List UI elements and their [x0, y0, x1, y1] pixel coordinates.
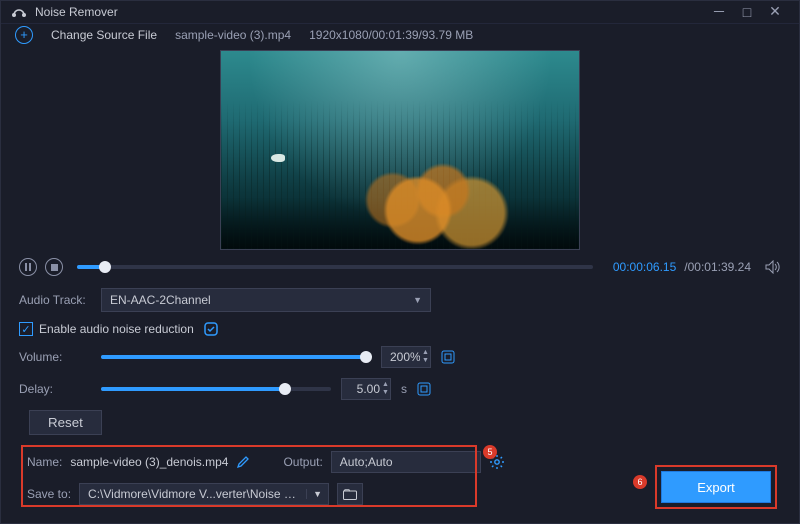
tutorial-badge-5: 5: [483, 445, 497, 459]
add-source-icon[interactable]: +: [15, 26, 33, 44]
audio-track-label: Audio Track:: [19, 293, 91, 307]
app-window: Noise Remover － □ ✕ + Change Source File…: [0, 0, 800, 524]
close-button[interactable]: ✕: [761, 3, 789, 20]
delay-handle[interactable]: [279, 383, 291, 395]
noise-reduction-label: Enable audio noise reduction: [39, 322, 194, 336]
audio-track-value: EN-AAC-2Channel: [110, 293, 211, 307]
delay-stepper[interactable]: ▲▼: [382, 381, 389, 397]
volume-handle[interactable]: [360, 351, 372, 363]
delay-input[interactable]: ▲▼: [341, 378, 391, 400]
volume-slider[interactable]: [101, 355, 371, 359]
output-format-value: Auto;Auto: [340, 455, 393, 469]
titlebar: Noise Remover － □ ✕: [1, 1, 799, 24]
output-name-label: Name:: [27, 455, 62, 469]
save-to-label: Save to:: [27, 487, 71, 501]
progress-slider[interactable]: [77, 265, 593, 269]
volume-input[interactable]: ▲▼: [381, 346, 431, 368]
source-fileinfo: 1920x1080/00:01:39/93.79 MB: [309, 28, 473, 42]
source-bar: + Change Source File sample-video (3).mp…: [1, 24, 799, 46]
output-panel: 5 Name: sample-video (3)_denois.mp4 Outp…: [15, 443, 785, 523]
volume-sync-icon[interactable]: [441, 350, 459, 364]
app-title: Noise Remover: [35, 5, 118, 19]
settings-panel: Audio Track: EN-AAC-2Channel ▼ ✓ Enable …: [1, 282, 799, 439]
pause-button[interactable]: [19, 258, 37, 276]
delay-unit: s: [401, 382, 407, 396]
export-button[interactable]: Export: [661, 471, 771, 503]
open-folder-button[interactable]: [337, 483, 363, 505]
volume-value[interactable]: [390, 350, 420, 364]
noise-reduction-indicator-icon[interactable]: [204, 322, 218, 336]
delay-label: Delay:: [19, 382, 91, 396]
source-filename: sample-video (3).mp4: [175, 28, 291, 42]
output-name-value: sample-video (3)_denois.mp4: [70, 455, 228, 469]
minimize-button[interactable]: －: [705, 2, 733, 22]
maximize-button[interactable]: □: [733, 4, 761, 20]
delay-value[interactable]: [350, 382, 380, 396]
time-current: 00:00:06.15: [613, 260, 676, 274]
delay-sync-icon[interactable]: [417, 382, 435, 396]
playback-controls: 00:00:06.15 /00:01:39.24: [1, 252, 799, 282]
tutorial-badge-6: 6: [633, 475, 647, 489]
video-preview-area: [1, 46, 799, 252]
stop-button[interactable]: [45, 258, 63, 276]
volume-stepper[interactable]: ▲▼: [422, 349, 429, 365]
time-total: /00:01:39.24: [684, 260, 751, 274]
chevron-down-icon: ▼: [306, 489, 322, 499]
volume-label: Volume:: [19, 350, 91, 364]
tutorial-highlight-6: Export: [655, 465, 777, 509]
change-source-link[interactable]: Change Source File: [51, 28, 157, 42]
output-format-label: Output:: [283, 455, 322, 469]
noise-reduction-checkbox[interactable]: ✓: [19, 322, 33, 336]
save-to-select[interactable]: C:\Vidmore\Vidmore V...verter\Noise Remo…: [79, 483, 329, 505]
video-preview[interactable]: [220, 50, 580, 250]
output-format-select[interactable]: Auto;Auto: [331, 451, 481, 473]
delay-slider[interactable]: [101, 387, 331, 391]
reset-button[interactable]: Reset: [29, 410, 102, 435]
edit-name-icon[interactable]: [236, 456, 249, 469]
save-to-path: C:\Vidmore\Vidmore V...verter\Noise Remo…: [88, 487, 298, 501]
audio-track-select[interactable]: EN-AAC-2Channel ▼: [101, 288, 431, 312]
progress-handle[interactable]: [99, 261, 111, 273]
app-logo-icon: [11, 4, 27, 20]
speaker-icon[interactable]: [765, 260, 781, 274]
export-area: Export: [655, 465, 777, 509]
chevron-down-icon: ▼: [413, 295, 422, 305]
